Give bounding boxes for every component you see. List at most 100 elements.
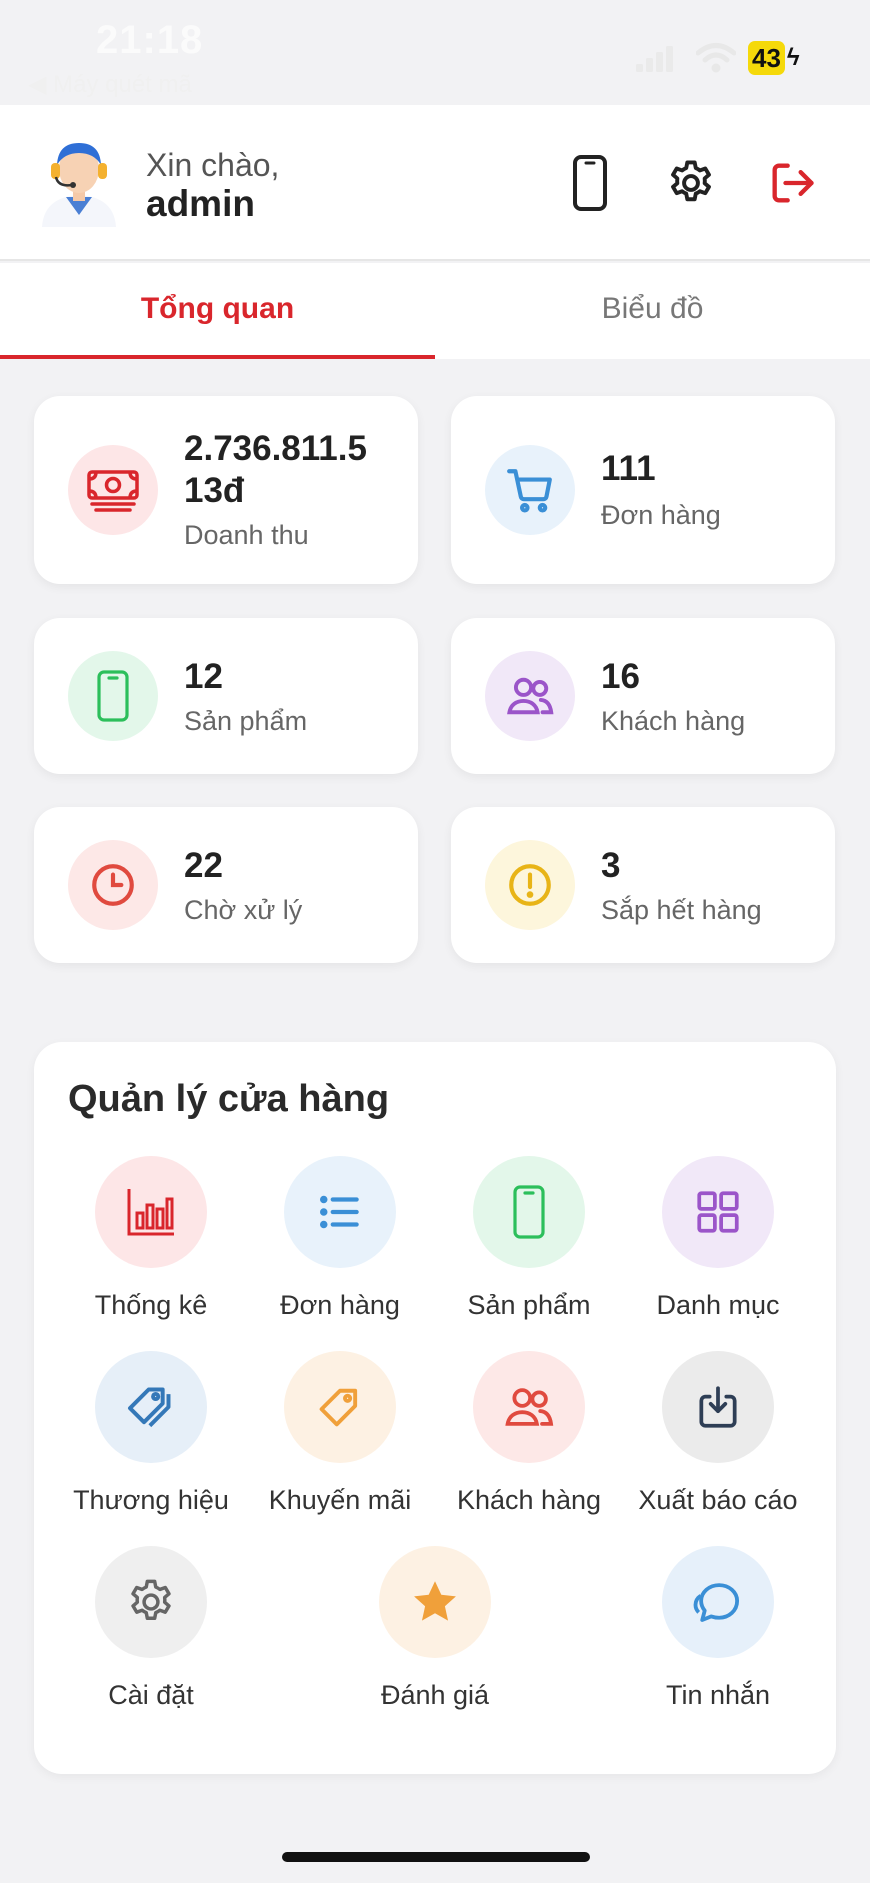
phone-icon bbox=[97, 670, 129, 722]
gear-icon bbox=[131, 1579, 171, 1620]
stat-value: 16 bbox=[601, 657, 640, 696]
stat-label: Sản phẩm bbox=[184, 706, 308, 736]
logout-button[interactable] bbox=[762, 153, 822, 213]
menu-item-export-report[interactable]: Xuất báo cáo bbox=[623, 1351, 813, 1516]
app-header: Xin chào, admin bbox=[0, 105, 870, 261]
menu-item-label: Khách hàng bbox=[456, 1485, 602, 1515]
status-time: 21:18 bbox=[96, 18, 204, 62]
menu-icon-circle bbox=[95, 1156, 207, 1268]
menu-item-label: Khuyến mãi bbox=[268, 1485, 412, 1515]
tag-icon bbox=[319, 1388, 358, 1427]
menu-item-label: Đơn hàng bbox=[280, 1290, 400, 1320]
menu-item-label: Cài đặt bbox=[108, 1680, 194, 1710]
back-to-app-link[interactable]: ◀ Máy quét mã bbox=[28, 70, 192, 99]
menu-icon-circle bbox=[379, 1546, 491, 1658]
cart-icon bbox=[507, 469, 552, 513]
alert-icon bbox=[509, 864, 551, 906]
star-icon bbox=[414, 1581, 456, 1621]
logout-icon bbox=[772, 163, 814, 203]
users-icon bbox=[505, 1388, 554, 1426]
stat-value: 22 bbox=[184, 846, 223, 885]
stat-label: Chờ xử lý bbox=[184, 895, 303, 925]
stat-label: Đơn hàng bbox=[601, 500, 721, 530]
tags-icon bbox=[128, 1387, 171, 1428]
stat-label: Doanh thu bbox=[184, 520, 309, 550]
stat-value: 12 bbox=[184, 657, 223, 696]
grid-icon bbox=[697, 1191, 739, 1233]
home-indicator[interactable] bbox=[282, 1852, 590, 1862]
users-icon bbox=[507, 677, 554, 715]
download-icon bbox=[699, 1386, 737, 1428]
battery-indicator: 43 ϟ bbox=[748, 40, 800, 76]
avatar bbox=[42, 143, 116, 227]
menu-item-label: Tin nhắn bbox=[665, 1680, 771, 1710]
stat-card-customers[interactable]: 16 Khách hàng bbox=[451, 618, 835, 774]
menu-icon-circle bbox=[284, 1351, 396, 1463]
menu-item-statistics[interactable]: Thống kê bbox=[56, 1156, 246, 1321]
chat-icon bbox=[693, 1583, 740, 1622]
stat-icon-circle bbox=[68, 445, 158, 535]
tab-bar: Tổng quan Biểu đồ bbox=[0, 263, 870, 359]
stat-label: Khách hàng bbox=[601, 706, 746, 736]
status-bar: 21:18 ◀ Máy quét mã 43 ϟ bbox=[0, 0, 870, 105]
menu-item-reviews[interactable]: Đánh giá bbox=[340, 1546, 530, 1711]
stat-icon-circle bbox=[485, 445, 575, 535]
stat-card-low-stock[interactable]: 3 Sắp hết hàng bbox=[451, 807, 835, 963]
menu-item-categories[interactable]: Danh mục bbox=[623, 1156, 813, 1321]
menu-item-promotions[interactable]: Khuyến mãi bbox=[245, 1351, 435, 1516]
stat-value-line2: 13đ bbox=[184, 471, 245, 510]
stat-card-pending[interactable]: 22 Chờ xử lý bbox=[34, 807, 418, 963]
stat-value: 111 bbox=[601, 449, 656, 488]
menu-icon-circle bbox=[473, 1156, 585, 1268]
menu-icon-circle bbox=[284, 1156, 396, 1268]
gear-icon bbox=[671, 160, 711, 202]
menu-item-settings[interactable]: Cài đặt bbox=[56, 1546, 246, 1711]
menu-item-label: Danh mục bbox=[656, 1290, 780, 1320]
phone-icon bbox=[573, 155, 607, 211]
tab-overview[interactable]: Tổng quan bbox=[0, 263, 435, 359]
stat-icon-circle bbox=[68, 651, 158, 741]
list-icon bbox=[319, 1195, 359, 1229]
stat-card-products[interactable]: 12 Sản phẩm bbox=[34, 618, 418, 774]
username: admin bbox=[146, 183, 255, 224]
store-management-panel: Quản lý cửa hàng Thống kê Đơn hàng Sản p… bbox=[34, 1042, 836, 1774]
menu-item-label: Xuất báo cáo bbox=[638, 1485, 798, 1515]
menu-icon-circle bbox=[662, 1546, 774, 1658]
menu-item-orders[interactable]: Đơn hàng bbox=[245, 1156, 435, 1321]
charging-bolt-icon: ϟ bbox=[786, 44, 800, 71]
settings-button[interactable] bbox=[661, 153, 721, 213]
menu-icon-circle bbox=[95, 1546, 207, 1658]
clock-icon bbox=[92, 864, 134, 906]
menu-item-customers[interactable]: Khách hàng bbox=[434, 1351, 624, 1516]
battery-level: 43 bbox=[748, 41, 785, 75]
device-button[interactable] bbox=[560, 153, 620, 213]
menu-icon-circle bbox=[473, 1351, 585, 1463]
stat-icon-circle bbox=[68, 840, 158, 930]
stat-value-line1: 2.736.811.5 bbox=[184, 429, 367, 468]
stat-card-revenue[interactable]: 2.736.811.5 13đ Doanh thu bbox=[34, 396, 418, 584]
menu-item-label: Đánh giá bbox=[380, 1680, 490, 1710]
stat-icon-circle bbox=[485, 651, 575, 741]
menu-item-label: Thương hiệu bbox=[73, 1485, 229, 1515]
money-icon bbox=[87, 470, 139, 512]
stat-value: 2.736.811.5 13đ bbox=[184, 428, 367, 512]
wifi-icon bbox=[696, 43, 736, 73]
section-title: Quản lý cửa hàng bbox=[68, 1078, 390, 1120]
stat-value: 3 bbox=[601, 846, 621, 885]
menu-item-messages[interactable]: Tin nhắn bbox=[623, 1546, 813, 1711]
phone-icon bbox=[513, 1185, 545, 1239]
stat-label: Sắp hết hàng bbox=[601, 895, 762, 925]
menu-icon-circle bbox=[662, 1156, 774, 1268]
menu-icon-circle bbox=[662, 1351, 774, 1463]
menu-item-label: Thống kê bbox=[94, 1290, 208, 1320]
cellular-signal-icon bbox=[636, 46, 673, 72]
menu-icon-circle bbox=[95, 1351, 207, 1463]
bar-chart-icon bbox=[127, 1189, 174, 1236]
greeting-text: Xin chào, bbox=[146, 147, 280, 183]
menu-item-brands[interactable]: Thương hiệu bbox=[56, 1351, 246, 1516]
stat-card-orders[interactable]: 111 Đơn hàng bbox=[451, 396, 835, 584]
stat-icon-circle bbox=[485, 840, 575, 930]
menu-item-products[interactable]: Sản phẩm bbox=[434, 1156, 624, 1321]
tab-charts[interactable]: Biểu đồ bbox=[435, 263, 870, 359]
menu-item-label: Sản phẩm bbox=[467, 1290, 591, 1320]
